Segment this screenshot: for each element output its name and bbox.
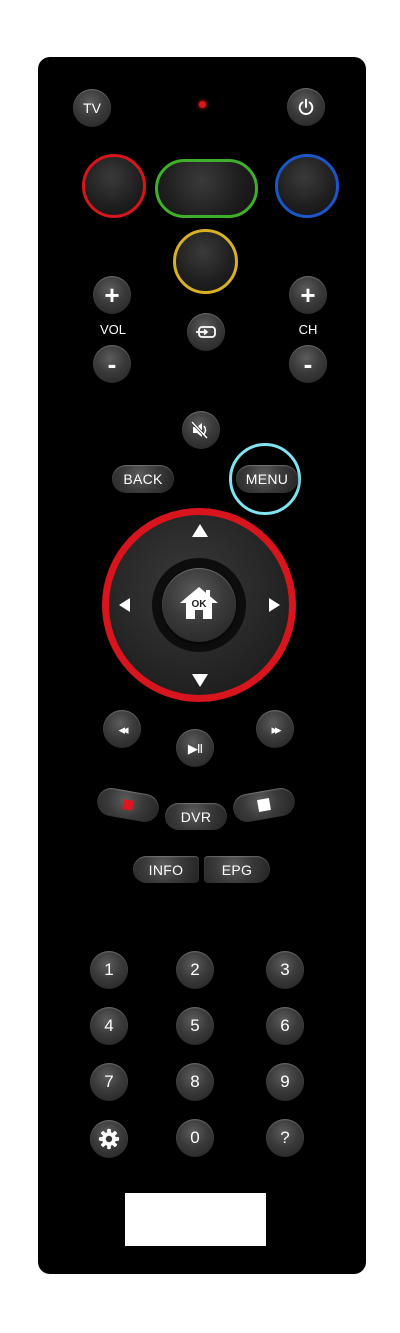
menu-label: MENU: [245, 471, 289, 487]
key-9[interactable]: 9: [266, 1063, 304, 1101]
power-button[interactable]: [287, 88, 325, 126]
power-led: [199, 101, 206, 108]
volume-down-button[interactable]: -: [93, 345, 131, 383]
key-0-label: 0: [190, 1128, 200, 1147]
blue-button[interactable]: [275, 154, 339, 218]
volume-up-label: +: [104, 279, 120, 310]
info-label: INFO: [148, 861, 184, 878]
input-source-button[interactable]: [187, 313, 225, 351]
mute-icon: [190, 420, 209, 440]
tv-button[interactable]: TV: [73, 89, 111, 127]
dpad-up-button[interactable]: [188, 520, 212, 540]
epg-label: EPG: [221, 861, 253, 878]
dvr-label: DVR: [180, 808, 212, 825]
fast-forward-button[interactable]: ▸▸: [256, 710, 294, 748]
ok-home-button[interactable]: OK: [162, 568, 236, 642]
help-button[interactable]: ?: [266, 1119, 304, 1157]
key-8[interactable]: 8: [176, 1063, 214, 1101]
help-label: ?: [280, 1128, 290, 1147]
key-6[interactable]: 6: [266, 1007, 304, 1045]
input-source-icon: [196, 326, 216, 338]
tv-label: TV: [83, 100, 101, 116]
stop-icon: [257, 798, 271, 812]
key-4[interactable]: 4: [90, 1007, 128, 1045]
back-label: BACK: [123, 471, 163, 487]
rewind-icon: ◂◂: [118, 721, 128, 737]
play-pause-button[interactable]: ▶II: [176, 729, 214, 767]
key-0[interactable]: 0: [176, 1119, 214, 1157]
key-3-label: 3: [280, 960, 290, 979]
volume-up-button[interactable]: +: [93, 276, 131, 314]
info-button[interactable]: INFO: [133, 856, 199, 883]
fast-forward-icon: ▸▸: [271, 721, 281, 737]
record-icon: [122, 799, 134, 811]
epg-button[interactable]: EPG: [204, 856, 270, 883]
key-2[interactable]: 2: [176, 951, 214, 989]
key-5-label: 5: [190, 1016, 200, 1035]
dpad-down-button[interactable]: [188, 670, 212, 690]
key-3[interactable]: 3: [266, 951, 304, 989]
key-9-label: 9: [280, 1072, 290, 1091]
key-5[interactable]: 5: [176, 1007, 214, 1045]
play-pause-icon: ▶II: [187, 740, 203, 756]
menu-button[interactable]: MENU: [236, 465, 298, 493]
ok-label: OK: [191, 599, 207, 610]
dpad-left-button[interactable]: [114, 594, 134, 616]
key-8-label: 8: [190, 1072, 200, 1091]
channel-down-button[interactable]: -: [289, 345, 327, 383]
key-4-label: 4: [104, 1016, 114, 1035]
key-7[interactable]: 7: [90, 1063, 128, 1101]
settings-button[interactable]: [90, 1120, 128, 1158]
key-6-label: 6: [280, 1016, 290, 1035]
channel-up-label: +: [300, 279, 316, 310]
rewind-button[interactable]: ◂◂: [103, 710, 141, 748]
arrow-down-icon: [192, 673, 208, 687]
key-1[interactable]: 1: [90, 951, 128, 989]
arrow-left-icon: [118, 598, 130, 612]
channel-up-button[interactable]: +: [289, 276, 327, 314]
arrow-right-icon: [268, 598, 280, 612]
yellow-button[interactable]: [173, 229, 238, 294]
mute-button[interactable]: [182, 411, 220, 449]
gear-icon: [98, 1128, 120, 1150]
arrow-up-icon: [192, 523, 208, 537]
volume-down-label: -: [107, 348, 117, 379]
key-2-label: 2: [190, 960, 200, 979]
red-button[interactable]: [82, 154, 146, 218]
dvr-button[interactable]: DVR: [165, 803, 227, 830]
label-plate: [125, 1193, 266, 1246]
volume-label: VOL: [99, 322, 126, 337]
power-icon: [298, 98, 314, 115]
key-1-label: 1: [104, 960, 114, 979]
dpad-right-button[interactable]: [264, 594, 284, 616]
channel-down-label: -: [303, 348, 313, 379]
green-button[interactable]: [155, 159, 258, 218]
key-7-label: 7: [104, 1072, 114, 1091]
back-button[interactable]: BACK: [112, 465, 174, 493]
channel-label: CH: [298, 322, 318, 337]
